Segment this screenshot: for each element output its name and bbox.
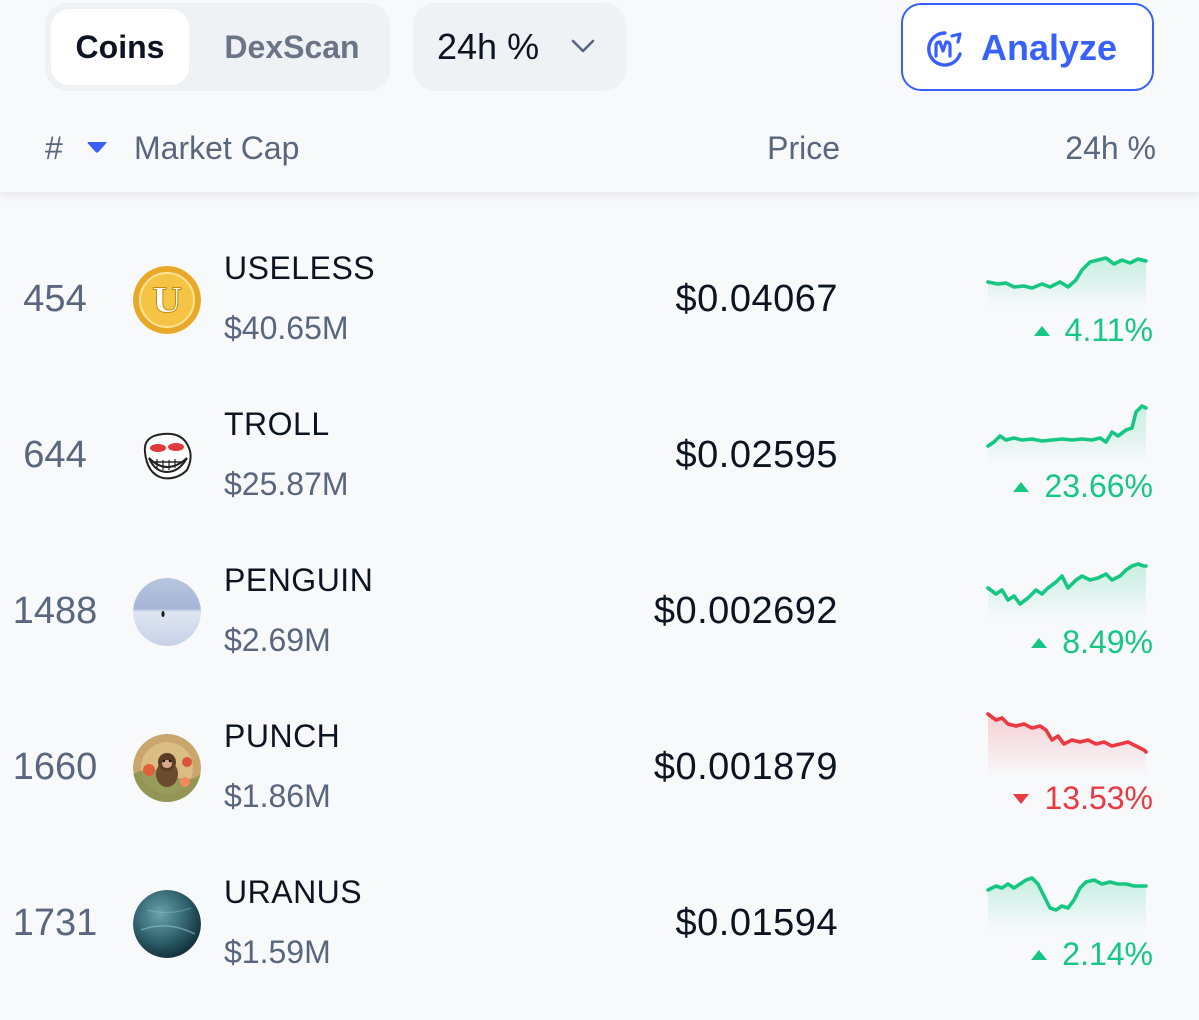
triangle-up-icon <box>1031 949 1048 960</box>
coin-change-value: 13.53% <box>1044 780 1153 816</box>
uranus-planet-icon <box>133 890 201 958</box>
table-header: # Market Cap Price 24h % <box>0 100 1199 192</box>
coin-name: TROLL <box>224 406 330 442</box>
coin-rank: 454 <box>23 278 87 320</box>
coin-market-cap: $1.59M <box>224 934 331 970</box>
svg-text:U: U <box>152 281 182 321</box>
coin-price: $0.001879 <box>653 746 838 788</box>
coin-change-value: 23.66% <box>1044 468 1153 504</box>
coin-list-screen: Coins DexScan 24h % Analyze # Market Cap… <box>0 0 1199 1020</box>
penguin-snow-icon <box>133 578 201 646</box>
triangle-down-icon <box>1013 793 1030 804</box>
coin-change: 23.66% <box>1012 468 1153 505</box>
coin-price: $0.02595 <box>675 434 838 476</box>
tab-coins[interactable]: Coins <box>51 9 189 85</box>
coin-change: 2.14% <box>1030 936 1153 973</box>
coin-price: $0.04067 <box>675 278 838 320</box>
coin-name: URANUS <box>224 874 363 910</box>
timeframe-selected-value: 24h % <box>437 26 540 67</box>
coin-rank: 1488 <box>12 590 98 632</box>
sparkline-chart <box>986 404 1148 464</box>
triangle-up-icon <box>1013 481 1030 492</box>
coins-dexscan-toggle: Coins DexScan <box>45 3 390 91</box>
price-column-header[interactable]: Price <box>767 130 840 167</box>
troll-face-icon <box>133 422 201 490</box>
sparkline-chart <box>986 256 1148 308</box>
tab-dexscan[interactable]: DexScan <box>197 9 387 85</box>
coin-change-value: 8.49% <box>1062 624 1153 660</box>
table-row[interactable]: 454 U USELESS $40.65M $0.04067 4.11% <box>0 220 1199 376</box>
analyze-label: Analyze <box>981 27 1118 68</box>
table-row[interactable]: 1488 PENGUIN $2.69M $0.002692 8.49% <box>0 532 1199 688</box>
coin-name: PUNCH <box>224 718 341 754</box>
table-row[interactable]: 1731 URANUS $1.59M $0.01594 2.14% <box>0 844 1199 1000</box>
coin-change: 8.49% <box>1030 624 1153 661</box>
chevron-down-icon <box>571 39 595 53</box>
coin-market-cap: $25.87M <box>224 466 349 502</box>
triangle-up-icon <box>1031 637 1048 648</box>
timeframe-dropdown[interactable]: 24h % <box>413 3 626 91</box>
table-row[interactable]: 1660 PUNCH $1.86M $0.001879 13.53% <box>0 688 1199 844</box>
coin-rank: 1660 <box>12 746 98 788</box>
table-row[interactable]: 644 TROLL $25.87M $0.02595 23.66% <box>0 376 1199 532</box>
rank-column-header[interactable]: # <box>45 130 63 167</box>
coin-market-cap: $40.65M <box>224 310 349 346</box>
coin-name: USELESS <box>224 250 376 286</box>
triangle-up-icon <box>1033 325 1050 336</box>
coin-price: $0.002692 <box>653 590 838 632</box>
coin-change: 4.11% <box>1033 312 1153 349</box>
market-cap-column-header[interactable]: Market Cap <box>134 130 299 167</box>
punch-monkey-icon <box>133 734 201 802</box>
sparkline-chart <box>986 562 1148 620</box>
coin-change-value: 2.14% <box>1062 936 1153 972</box>
sort-down-icon[interactable] <box>86 140 108 154</box>
coin-rank: 1731 <box>12 902 98 944</box>
coin-price: $0.01594 <box>675 902 838 944</box>
sparkline-chart <box>986 876 1148 932</box>
analyze-button[interactable]: Analyze <box>901 3 1154 91</box>
coin-list: 454 U USELESS $40.65M $0.04067 4.11% 644… <box>0 220 1199 1000</box>
useless-coin-icon: U <box>133 266 201 334</box>
ai-analyze-icon <box>927 31 962 67</box>
coin-change-value: 4.11% <box>1064 312 1153 348</box>
coin-name: PENGUIN <box>224 562 374 598</box>
change-column-header[interactable]: 24h % <box>1065 130 1156 167</box>
coin-change: 13.53% <box>1012 780 1153 817</box>
coin-market-cap: $2.69M <box>224 622 331 658</box>
coin-rank: 644 <box>23 434 87 476</box>
coin-market-cap: $1.86M <box>224 778 331 814</box>
sparkline-chart <box>986 712 1148 776</box>
